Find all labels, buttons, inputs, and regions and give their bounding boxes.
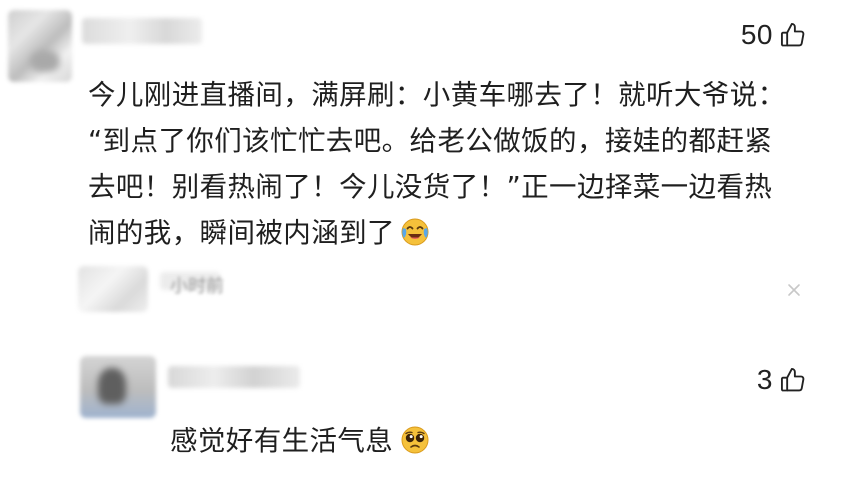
pleading-face-emoji bbox=[401, 426, 429, 454]
comment-line: 今儿刚进直播间，满屏刷：小黄车哪去了！就听大爷说： bbox=[88, 79, 786, 111]
avatar[interactable] bbox=[8, 10, 72, 82]
crying-laughing-emoji bbox=[401, 218, 429, 246]
thumbs-up-icon bbox=[780, 367, 805, 392]
close-icon[interactable] bbox=[786, 282, 802, 298]
like-button[interactable]: 50 bbox=[741, 19, 807, 51]
reply-timestamp: 小时前 bbox=[170, 276, 224, 297]
comment-list: 50 今儿刚进直播间，满屏刷：小黄车哪去了！就听大爷说： “到点了你们该忙忙去吧… bbox=[0, 0, 845, 483]
comment-text: 感觉好有生活气息 bbox=[170, 418, 431, 464]
comment-line: 去吧！别看热闹了！今儿没货了！”正一边择菜一边看热 bbox=[88, 171, 773, 203]
username[interactable] bbox=[82, 18, 202, 44]
comment-text: 今儿刚进直播间，满屏刷：小黄车哪去了！就听大爷说： “到点了你们该忙忙去吧。给老… bbox=[88, 72, 786, 256]
reply-avatar[interactable] bbox=[78, 266, 148, 312]
comment-line: 闹的我，瞬间被内涵到了 bbox=[88, 217, 395, 249]
like-count: 50 bbox=[740, 19, 773, 50]
avatar[interactable] bbox=[80, 356, 156, 418]
comment-line: “到点了你们该忙忙去吧。给老公做饭的，接娃的都赶紧 bbox=[88, 125, 773, 157]
thumbs-up-icon bbox=[780, 22, 805, 47]
like-button[interactable]: 3 bbox=[757, 364, 807, 396]
username[interactable] bbox=[168, 366, 300, 388]
comment-line: 感觉好有生活气息 bbox=[170, 425, 394, 457]
comment-line-last: 闹的我，瞬间被内涵到了 bbox=[88, 210, 786, 256]
like-count: 3 bbox=[756, 364, 773, 395]
